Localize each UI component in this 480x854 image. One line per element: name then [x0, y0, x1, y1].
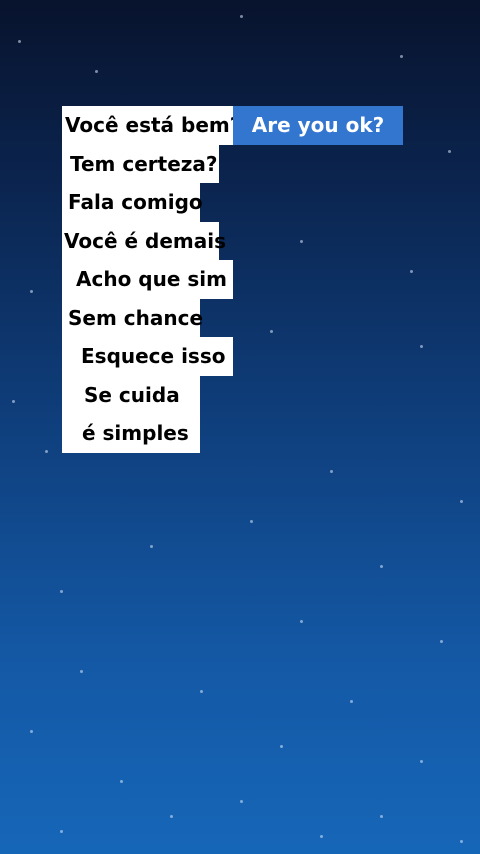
phrase-row: Você está bem?	[62, 106, 241, 145]
phrase-label: Você está bem?	[65, 113, 242, 137]
phrase-row: Sem chance	[62, 298, 233, 337]
phrase-label: Acho que sim	[76, 267, 227, 291]
translation-tile[interactable]: Are you ok?	[233, 106, 403, 145]
phrase-label: Se cuida	[84, 382, 180, 407]
phrase-label: Esquece isso	[81, 344, 226, 368]
phrase-tile[interactable]: é simples	[62, 414, 200, 453]
phrase-label: é simples	[82, 421, 189, 445]
phrase-row: Você é demais	[62, 221, 233, 260]
phrase-list: Você está bem? Tem certeza? Fala comigo …	[62, 106, 241, 453]
phrase-tile[interactable]: Tem certeza?	[62, 144, 219, 183]
phrase-row: Tem certeza?	[62, 144, 233, 183]
phrase-label: Sem chance	[68, 305, 204, 330]
phrase-label: Tem certeza?	[70, 151, 218, 176]
phrase-row: Acho que sim	[62, 260, 233, 299]
translation-label: Are you ok?	[251, 113, 385, 137]
phrase-label: Fala comigo	[68, 190, 203, 214]
phrase-tile[interactable]: Esquece isso	[62, 337, 233, 376]
phrase-tile[interactable]: Fala comigo	[62, 183, 203, 222]
phrase-tile[interactable]: Acho que sim	[62, 260, 233, 299]
phrase-tile[interactable]: Se cuida	[62, 375, 200, 414]
phrase-label: Você é demais	[64, 228, 227, 253]
phrase-row: é simples	[62, 414, 233, 453]
phrase-tile[interactable]: Você está bem?	[62, 106, 241, 145]
phrase-tile[interactable]: Você é demais	[62, 221, 226, 260]
phrase-row: Fala comigo	[62, 183, 233, 222]
phrase-tile[interactable]: Sem chance	[62, 298, 204, 337]
phrase-row: Esquece isso	[62, 337, 233, 376]
phrase-row: Se cuida	[62, 375, 233, 414]
